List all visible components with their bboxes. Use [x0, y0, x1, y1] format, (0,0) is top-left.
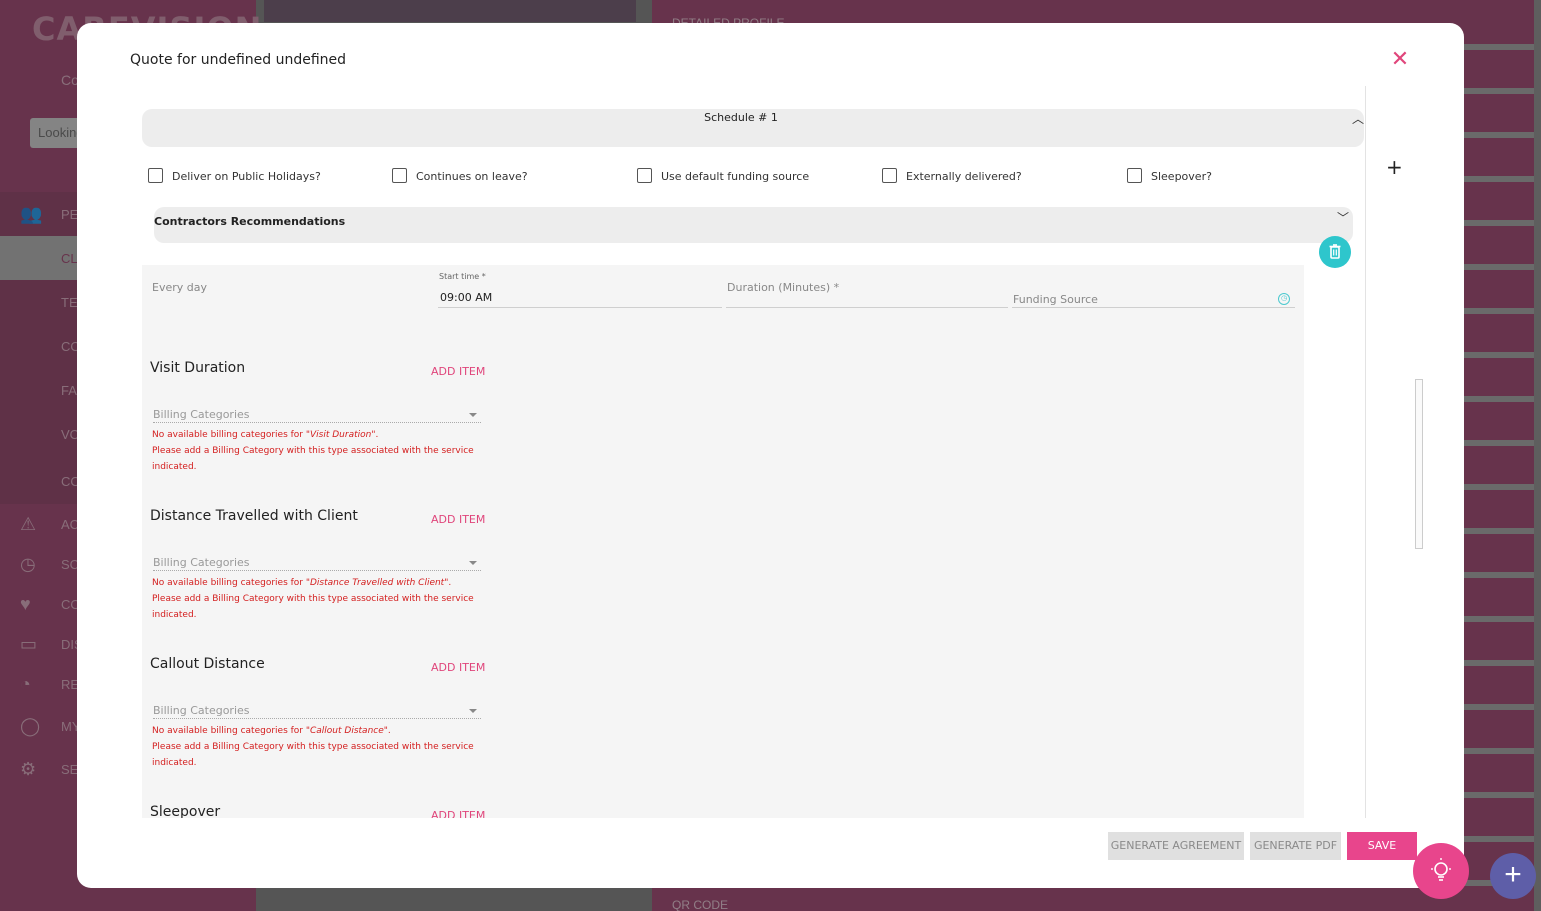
contractors-recommendations-accordion[interactable]: Contractors Recommendations ﹀	[154, 207, 1353, 243]
section-title: Distance Travelled with Client	[150, 508, 358, 524]
checkbox-box[interactable]	[392, 168, 407, 183]
add-item-button[interactable]: ADD ITEM	[431, 365, 485, 378]
error-message: No available billing categories for "Dis…	[152, 575, 482, 623]
error-text: Please add a Billing Category with this …	[152, 594, 474, 620]
recurrence-text: Every day	[152, 281, 207, 294]
generate-agreement-button[interactable]: GENERATE AGREEMENT	[1108, 832, 1244, 860]
section-visit-duration: Visit Duration ADD ITEM Billing Categori…	[150, 360, 490, 480]
ideas-fab-button[interactable]	[1413, 843, 1469, 899]
section-title: Visit Duration	[150, 360, 246, 376]
checkbox-label: Externally delivered?	[906, 170, 1022, 183]
error-text: Please add a Billing Category with this …	[152, 446, 474, 472]
modal-title: Quote for undefined undefined	[130, 52, 347, 68]
save-button[interactable]: SAVE	[1347, 832, 1417, 860]
close-button[interactable]: ✕	[1390, 46, 1410, 71]
quote-modal: Quote for undefined undefined ✕ + Schedu…	[77, 23, 1464, 888]
error-text: .	[448, 578, 452, 588]
section-distance-travelled: Distance Travelled with Client ADD ITEM …	[150, 508, 490, 628]
contractors-title: Contractors Recommendations	[154, 215, 346, 228]
dropdown-arrow-icon	[469, 413, 477, 417]
checkbox-label: Continues on leave?	[416, 170, 528, 183]
billing-categories-select[interactable]: Billing Categories	[153, 556, 481, 571]
checkbox-box[interactable]	[637, 168, 652, 183]
clock-icon: ◷	[1278, 293, 1290, 305]
duration-field[interactable]: Duration (Minutes) *	[726, 269, 1008, 308]
checkbox-label: Deliver on Public Holidays?	[172, 170, 321, 183]
add-item-button[interactable]: ADD ITEM	[431, 513, 485, 526]
section-title: Sleepover	[150, 804, 221, 818]
error-name: "Distance Travelled with Client"	[305, 578, 449, 588]
add-item-button[interactable]: ADD ITEM	[431, 809, 485, 818]
checkbox-box[interactable]	[1127, 168, 1142, 183]
chevron-up-icon[interactable]: ︿	[1352, 110, 1364, 127]
select-placeholder: Billing Categories	[153, 704, 250, 717]
error-message: No available billing categories for "Cal…	[152, 723, 482, 771]
add-fab-button[interactable]: +	[1490, 853, 1536, 899]
error-text: No available billing categories for	[152, 578, 306, 588]
field-label: Duration (Minutes) *	[727, 281, 840, 294]
modal-content: Schedule # 1 ︿ Deliver on Public Holiday…	[133, 86, 1366, 818]
checkbox-label: Sleepover?	[1151, 170, 1212, 183]
section-sleepover: Sleepover ADD ITEM	[150, 804, 490, 818]
billing-categories-select[interactable]: Billing Categories	[153, 408, 481, 423]
error-text: .	[387, 726, 391, 736]
error-message: No available billing categories for "Vis…	[152, 427, 482, 475]
checkbox-box[interactable]	[882, 168, 897, 183]
schedule-title: Schedule # 1	[704, 111, 778, 124]
trash-icon	[1329, 244, 1341, 259]
checkbox-label: Use default funding source	[661, 170, 810, 183]
billing-categories-select[interactable]: Billing Categories	[153, 704, 481, 719]
error-text: .	[375, 430, 379, 440]
select-placeholder: Billing Categories	[153, 408, 250, 421]
error-text: Please add a Billing Category with this …	[152, 742, 474, 768]
dropdown-arrow-icon	[469, 709, 477, 713]
close-icon: ✕	[1390, 46, 1410, 71]
error-name: "Visit Duration"	[305, 430, 376, 440]
dropdown-arrow-icon	[469, 561, 477, 565]
plus-icon: +	[1504, 858, 1522, 891]
section-title: Callout Distance	[150, 656, 265, 672]
add-schedule-button[interactable]: +	[1386, 155, 1403, 179]
error-text: No available billing categories for	[152, 726, 306, 736]
plus-icon: +	[1386, 155, 1403, 179]
checkbox-box[interactable]	[148, 168, 163, 183]
select-placeholder: Billing Categories	[153, 556, 250, 569]
field-placeholder: Funding Source	[1013, 293, 1098, 306]
funding-source-field[interactable]: Funding Source ◷	[1012, 269, 1295, 308]
field-label: Start time *	[439, 272, 486, 281]
error-name: "Callout Distance"	[305, 726, 388, 736]
section-callout-distance: Callout Distance ADD ITEM Billing Catego…	[150, 656, 490, 776]
schedule-options: Deliver on Public Holidays? Continues on…	[148, 168, 1363, 188]
generate-pdf-button[interactable]: GENERATE PDF	[1250, 832, 1341, 860]
error-text: No available billing categories for	[152, 430, 306, 440]
delete-schedule-button[interactable]	[1319, 236, 1351, 268]
lightbulb-icon	[1431, 858, 1451, 881]
modal-scrollbar[interactable]	[1415, 379, 1423, 549]
start-time-field[interactable]: Start time * 09:00 AM	[438, 269, 722, 308]
start-time-value: 09:00 AM	[440, 291, 493, 304]
schedule-panel: Every day Start time * 09:00 AM Duration…	[142, 265, 1304, 818]
chevron-down-icon[interactable]: ﹀	[1337, 209, 1349, 226]
add-item-button[interactable]: ADD ITEM	[431, 661, 485, 674]
